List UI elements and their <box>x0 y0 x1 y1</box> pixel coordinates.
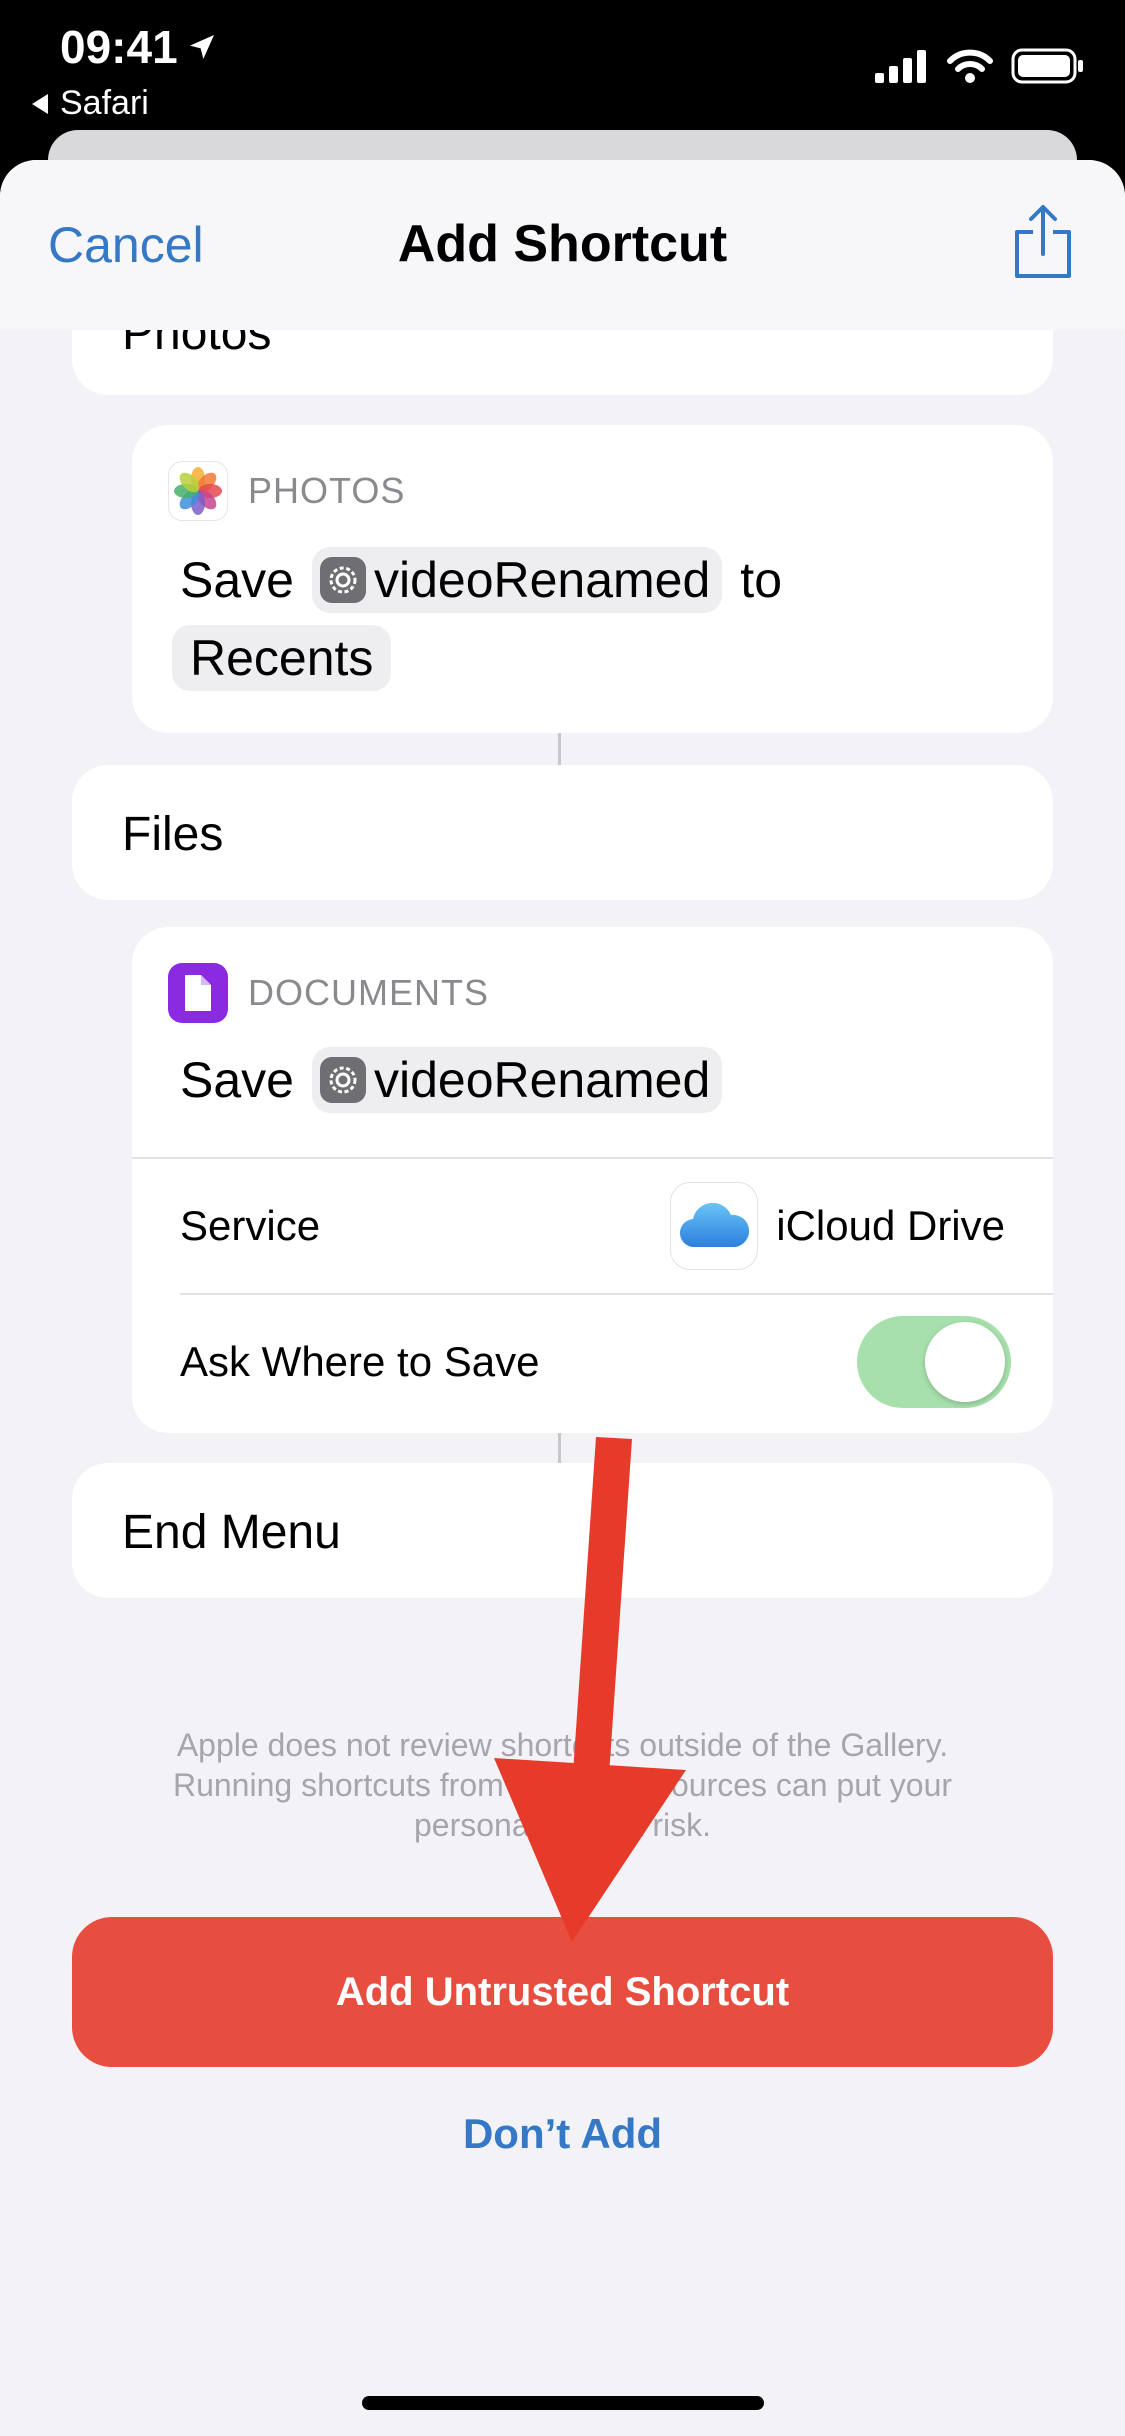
ask-where-toggle[interactable] <box>857 1316 1011 1408</box>
dont-add-button[interactable]: Don’t Add <box>0 2110 1125 2158</box>
album-token[interactable]: Recents <box>172 625 392 691</box>
flow-connector <box>558 1433 561 1463</box>
end-menu-label: End Menu <box>122 1506 341 1559</box>
flow-connector <box>558 733 561 765</box>
gear-icon <box>319 1057 366 1103</box>
back-app-label: Safari <box>60 84 149 122</box>
menu-item-files[interactable]: Files <box>72 765 1053 900</box>
documents-save-action[interactable]: DOCUMENTS Save videoRenamed Service iClo… <box>132 927 1053 1433</box>
variable-name: videoRenamed <box>373 1052 711 1108</box>
untrusted-disclaimer: Apple does not review shortcuts outside … <box>100 1725 1025 1845</box>
end-menu-item[interactable]: End Menu <box>72 1463 1053 1598</box>
share-icon <box>1015 205 1071 278</box>
gear-icon <box>319 557 366 603</box>
variable-token[interactable]: videoRenamed <box>311 1047 723 1113</box>
menu-item-label: Files <box>122 808 224 861</box>
action-header: PHOTOS <box>168 461 405 521</box>
status-time: 09:41 <box>60 20 218 74</box>
variable-token[interactable]: videoRenamed <box>311 547 723 613</box>
wifi-icon <box>947 49 993 83</box>
action-app-name: PHOTOS <box>248 470 406 511</box>
home-indicator <box>362 2396 764 2410</box>
battery-icon <box>1011 48 1083 84</box>
action-verb: Save <box>180 552 294 608</box>
photos-app-icon <box>168 461 228 521</box>
back-to-app-button[interactable]: Safari <box>30 84 149 123</box>
ask-where-to-save-row: Ask Where to Save <box>180 1295 1053 1429</box>
disclaimer-line: Running shortcuts from untrusted sources… <box>172 1767 953 1803</box>
photos-save-action[interactable]: PHOTOS Save videoRenamed to Recents <box>132 425 1053 733</box>
action-header: DOCUMENTS <box>168 963 489 1023</box>
time-text: 09:41 <box>60 21 178 73</box>
page-title: Add Shortcut <box>397 215 728 273</box>
album-parameter: Recents <box>172 625 392 691</box>
status-bar: 09:41 Safari <box>0 0 1125 140</box>
disclaimer-line: Apple does not review shortcuts outside … <box>176 1727 949 1763</box>
action-verb: Save <box>180 1052 294 1108</box>
add-untrusted-shortcut-button[interactable]: Add Untrusted Shortcut <box>72 1917 1053 2067</box>
service-value: iCloud Drive <box>670 1182 1005 1270</box>
share-button[interactable] <box>1011 204 1075 285</box>
location-arrow-icon <box>189 35 214 59</box>
disclaimer-line: personal data at risk. <box>413 1807 712 1843</box>
ask-where-label: Ask Where to Save <box>180 1338 540 1385</box>
toggle-knob <box>925 1322 1005 1402</box>
action-parameters: Save videoRenamed <box>180 1047 723 1113</box>
add-shortcut-sheet: Cancel Add Shortcut Photos PHOTOS Save v… <box>0 160 1125 2436</box>
icloud-icon <box>670 1182 759 1270</box>
signal-icon <box>875 50 926 83</box>
action-app-name: DOCUMENTS <box>248 972 489 1013</box>
service-value-text: iCloud Drive <box>776 1202 1005 1249</box>
action-parameters: Save videoRenamed to <box>180 547 782 613</box>
action-preposition: to <box>740 552 782 608</box>
service-label: Service <box>180 1202 321 1249</box>
navigation-bar: Cancel Add Shortcut <box>0 160 1125 330</box>
status-icons <box>875 48 1085 84</box>
variable-name: videoRenamed <box>373 552 711 608</box>
service-row[interactable]: Service iCloud Drive <box>180 1159 1053 1293</box>
documents-app-icon <box>168 963 228 1023</box>
back-triangle-icon <box>32 93 48 114</box>
